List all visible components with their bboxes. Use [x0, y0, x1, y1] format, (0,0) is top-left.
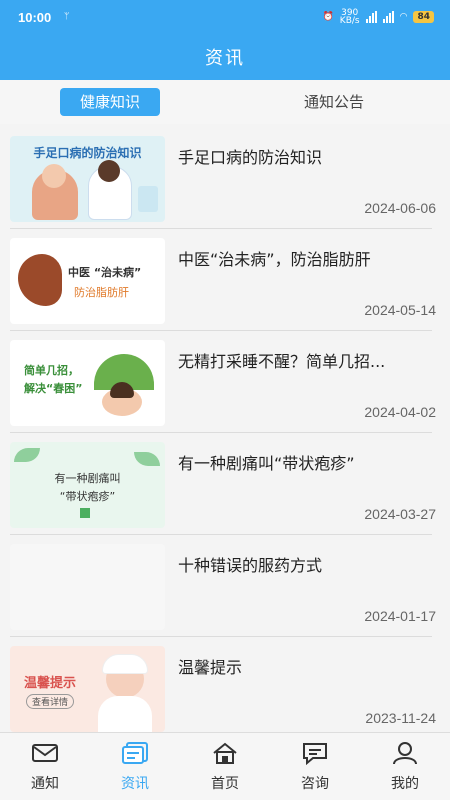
list-item[interactable]: 中医 “治未病” 防治脂肪肝 中医“治未病”，防治脂肪肝 2024-05-14	[10, 230, 440, 330]
home-icon	[213, 742, 237, 764]
list-item[interactable]: 简单几招， 解决“春困” 无精打采睡不醒？简单几招... 2024-04-02	[10, 332, 440, 432]
tab-health-knowledge[interactable]: 健康知识	[60, 88, 160, 116]
article-title: 温馨提示	[178, 658, 243, 677]
article-date: 2024-04-02	[364, 404, 436, 420]
thumb-subcaption: 防治脂肪肝	[74, 286, 129, 299]
net-speed: 390 KB/s	[339, 8, 360, 26]
nav-home-label: 首页	[211, 776, 239, 792]
article-date: 2024-06-06	[364, 200, 436, 216]
nav-home[interactable]: 首页	[180, 733, 270, 800]
thumb-caption: 手足口病的防治知识	[33, 146, 142, 160]
article-thumbnail: 简单几招， 解决“春困”	[10, 340, 165, 426]
list-item[interactable]: 十种错误的服药方式 2024-01-17	[10, 536, 440, 636]
battery-icon: 84	[413, 11, 434, 23]
article-title: 中医“治未病”，防治脂肪肝	[178, 250, 371, 269]
article-thumbnail: 温馨提示 查看详情	[10, 646, 165, 732]
status-time: 10:00	[18, 10, 52, 25]
divider	[10, 432, 432, 433]
nav-consult-label: 咨询	[301, 776, 329, 792]
nav-notice[interactable]: 通知	[0, 733, 90, 800]
divider	[10, 330, 432, 331]
nav-consult[interactable]: 咨询	[270, 733, 360, 800]
divider	[10, 636, 432, 637]
thumb-caption: 温馨提示	[24, 676, 77, 691]
article-title: 无精打采睡不醒？简单几招...	[178, 352, 386, 371]
news-icon	[122, 742, 148, 764]
article-date: 2024-03-27	[364, 506, 436, 522]
signal-icon-2	[382, 11, 394, 23]
divider	[10, 228, 432, 229]
article-list: 手足口病的防治知识 手足口病的防治知识 2024-06-06 中医 “治未病” …	[0, 124, 450, 732]
thumb-caption: 有一种剧痛叫	[54, 472, 121, 485]
thumb-subcaption: 解决“春困”	[24, 382, 83, 395]
tab-notices[interactable]: 通知公告	[284, 88, 384, 116]
article-thumbnail: 手足口病的防治知识	[10, 136, 165, 222]
list-item[interactable]: 手足口病的防治知识 手足口病的防治知识 2024-06-06	[10, 128, 440, 228]
chat-icon	[303, 743, 327, 765]
divider	[10, 534, 432, 535]
nav-profile-label: 我的	[391, 776, 419, 792]
article-thumbnail	[10, 544, 165, 630]
nav-notice-label: 通知	[31, 776, 59, 792]
article-title: 手足口病的防治知识	[178, 148, 323, 167]
user-icon	[393, 742, 417, 765]
article-date: 2023-11-24	[365, 710, 436, 726]
thumb-subcaption: 查看详情	[26, 694, 75, 709]
article-title: 有一种剧痛叫“带状疱疹”	[178, 454, 355, 473]
alarm-icon: ⏰	[322, 12, 334, 22]
article-date: 2024-05-14	[364, 302, 436, 318]
list-item[interactable]: 温馨提示 查看详情 温馨提示 2023-11-24	[10, 638, 440, 732]
wifi-icon: ◠	[399, 12, 408, 22]
list-item[interactable]: 有一种剧痛叫 “带状疱疹” 有一种剧痛叫“带状疱疹” 2024-03-27	[10, 434, 440, 534]
thumb-caption: 简单几招，	[24, 364, 79, 377]
nav-news[interactable]: 资讯	[90, 733, 180, 800]
article-thumbnail: 有一种剧痛叫 “带状疱疹”	[10, 442, 165, 528]
article-title: 十种错误的服药方式	[178, 556, 323, 575]
article-date: 2024-01-17	[364, 608, 436, 624]
usb-icon: ᛘ	[64, 12, 70, 22]
nav-profile[interactable]: 我的	[360, 733, 450, 800]
bottom-nav: 通知 资讯 首页 咨询 我的	[0, 732, 450, 800]
status-bar: 10:00 ᛘ ⏰ 390 KB/s ◠ 84	[0, 0, 450, 38]
nav-news-label: 资讯	[121, 776, 149, 792]
thumb-caption: 中医 “治未病”	[68, 266, 142, 279]
thumb-subcaption: “带状疱疹”	[59, 490, 116, 503]
page-title: 资讯	[205, 48, 245, 69]
mail-icon	[32, 744, 58, 762]
article-thumbnail: 中医 “治未病” 防治脂肪肝	[10, 238, 165, 324]
signal-icon	[365, 11, 377, 23]
